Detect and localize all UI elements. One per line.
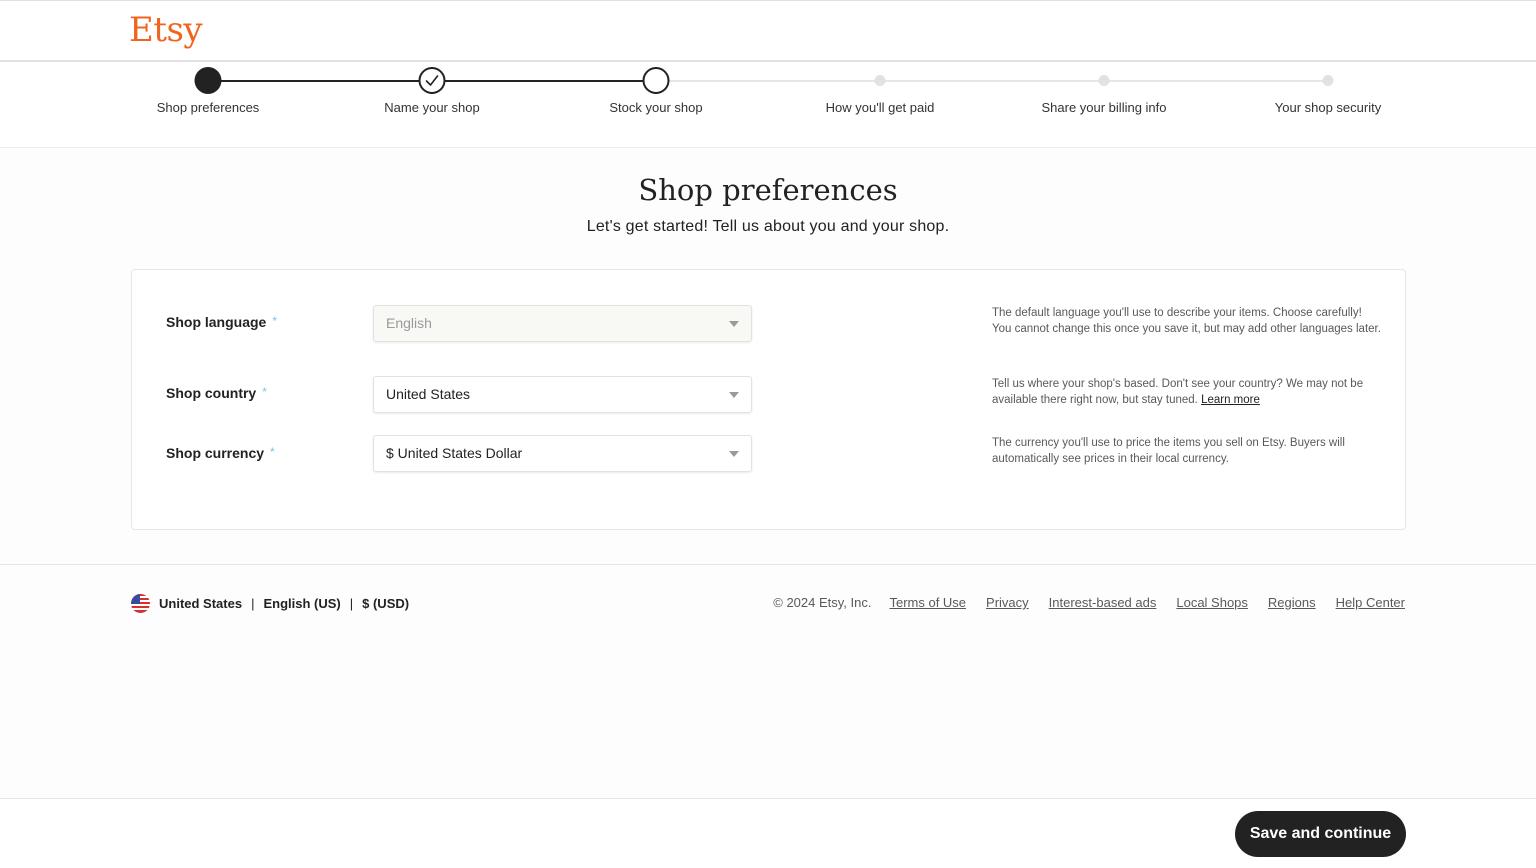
page-subtitle: Let's get started! Tell us about you and… — [586, 218, 950, 235]
locale-separator: | — [251, 595, 255, 611]
field-label-text: Shop language — [166, 314, 267, 330]
shop-country-label: Shop country * — [166, 385, 267, 401]
check-icon — [425, 75, 439, 86]
step-current-indicator — [194, 67, 222, 94]
step-next-indicator — [642, 67, 670, 94]
privacy-link[interactable]: Privacy — [986, 595, 1029, 610]
selected-value: English — [386, 315, 432, 331]
save-and-continue-button[interactable]: Save and continue — [1235, 811, 1406, 857]
caret-down-icon — [729, 392, 739, 398]
terms-of-use-link[interactable]: Terms of Use — [889, 595, 966, 610]
shop-currency-select[interactable]: $ United States Dollar — [373, 435, 752, 472]
shop-language-help: The default language you'll use to descr… — [992, 305, 1382, 337]
help-center-link[interactable]: Help Center — [1336, 595, 1405, 610]
step-label: Share your billing info — [1041, 100, 1167, 115]
page: Etsy Shop preferences Name your shop Sto… — [0, 0, 1536, 868]
selected-value: United States — [386, 386, 471, 402]
shop-currency-help: The currency you'll use to price the ite… — [992, 435, 1382, 467]
required-marker: * — [270, 445, 275, 459]
help-text: The currency you'll use to price the ite… — [992, 437, 1345, 465]
step-future-indicator — [1098, 75, 1110, 86]
step-label: Name your shop — [384, 100, 480, 115]
step-future-indicator — [874, 75, 886, 86]
progress-stepper: Shop preferences Name your shop Stock yo… — [0, 62, 1536, 148]
shop-currency-label: Shop currency * — [166, 445, 275, 461]
locale-language: English (US) — [263, 595, 341, 611]
locale-settings-button[interactable]: United States | English (US) | $ (USD) — [131, 593, 409, 613]
page-title: Shop preferences — [638, 173, 898, 207]
help-text: The default language you'll use to descr… — [992, 307, 1381, 335]
shop-country-help: Tell us where your shop's based. Don't s… — [992, 376, 1382, 408]
step-complete-indicator — [418, 67, 446, 94]
learn-more-link[interactable]: Learn more — [1201, 394, 1260, 406]
locale-separator: | — [349, 595, 354, 611]
required-marker: * — [272, 314, 278, 328]
footer-links: © 2024 Etsy, Inc. Terms of Use Privacy I… — [773, 595, 1405, 610]
field-label-text: Shop currency — [166, 445, 265, 461]
locale-currency: $ (USD) — [362, 595, 410, 611]
regions-link[interactable]: Regions — [1268, 595, 1316, 610]
field-label-text: Shop country — [166, 385, 257, 401]
us-flag-icon — [131, 593, 150, 613]
shop-language-select: English — [373, 305, 752, 342]
etsy-logo[interactable]: Etsy — [129, 10, 203, 50]
preferences-form-card: Shop language * English The default langu… — [131, 269, 1406, 530]
help-text: Tell us where your shop's based. Don't s… — [992, 378, 1364, 406]
caret-down-icon — [729, 451, 739, 457]
caret-down-icon — [729, 321, 739, 327]
step-future-indicator — [1322, 75, 1334, 86]
bottom-action-bar: Save and continue — [0, 798, 1536, 868]
stepper-track-remaining — [656, 80, 1328, 82]
step-label: Shop preferences — [156, 100, 260, 115]
header: Etsy — [0, 0, 1536, 62]
step-label: Stock your shop — [609, 100, 703, 115]
required-marker: * — [262, 385, 267, 399]
interest-based-ads-link[interactable]: Interest-based ads — [1049, 595, 1157, 610]
local-shops-link[interactable]: Local Shops — [1176, 595, 1248, 610]
selected-value: $ United States Dollar — [386, 445, 523, 461]
step-label: Your shop security — [1274, 100, 1382, 115]
footer-divider — [0, 564, 1536, 565]
copyright: © 2024 Etsy, Inc. — [773, 595, 872, 610]
locale-country: United States — [159, 595, 243, 611]
step-label: How you'll get paid — [825, 100, 935, 115]
shop-language-label: Shop language * — [166, 314, 277, 330]
shop-country-select[interactable]: United States — [373, 376, 752, 413]
